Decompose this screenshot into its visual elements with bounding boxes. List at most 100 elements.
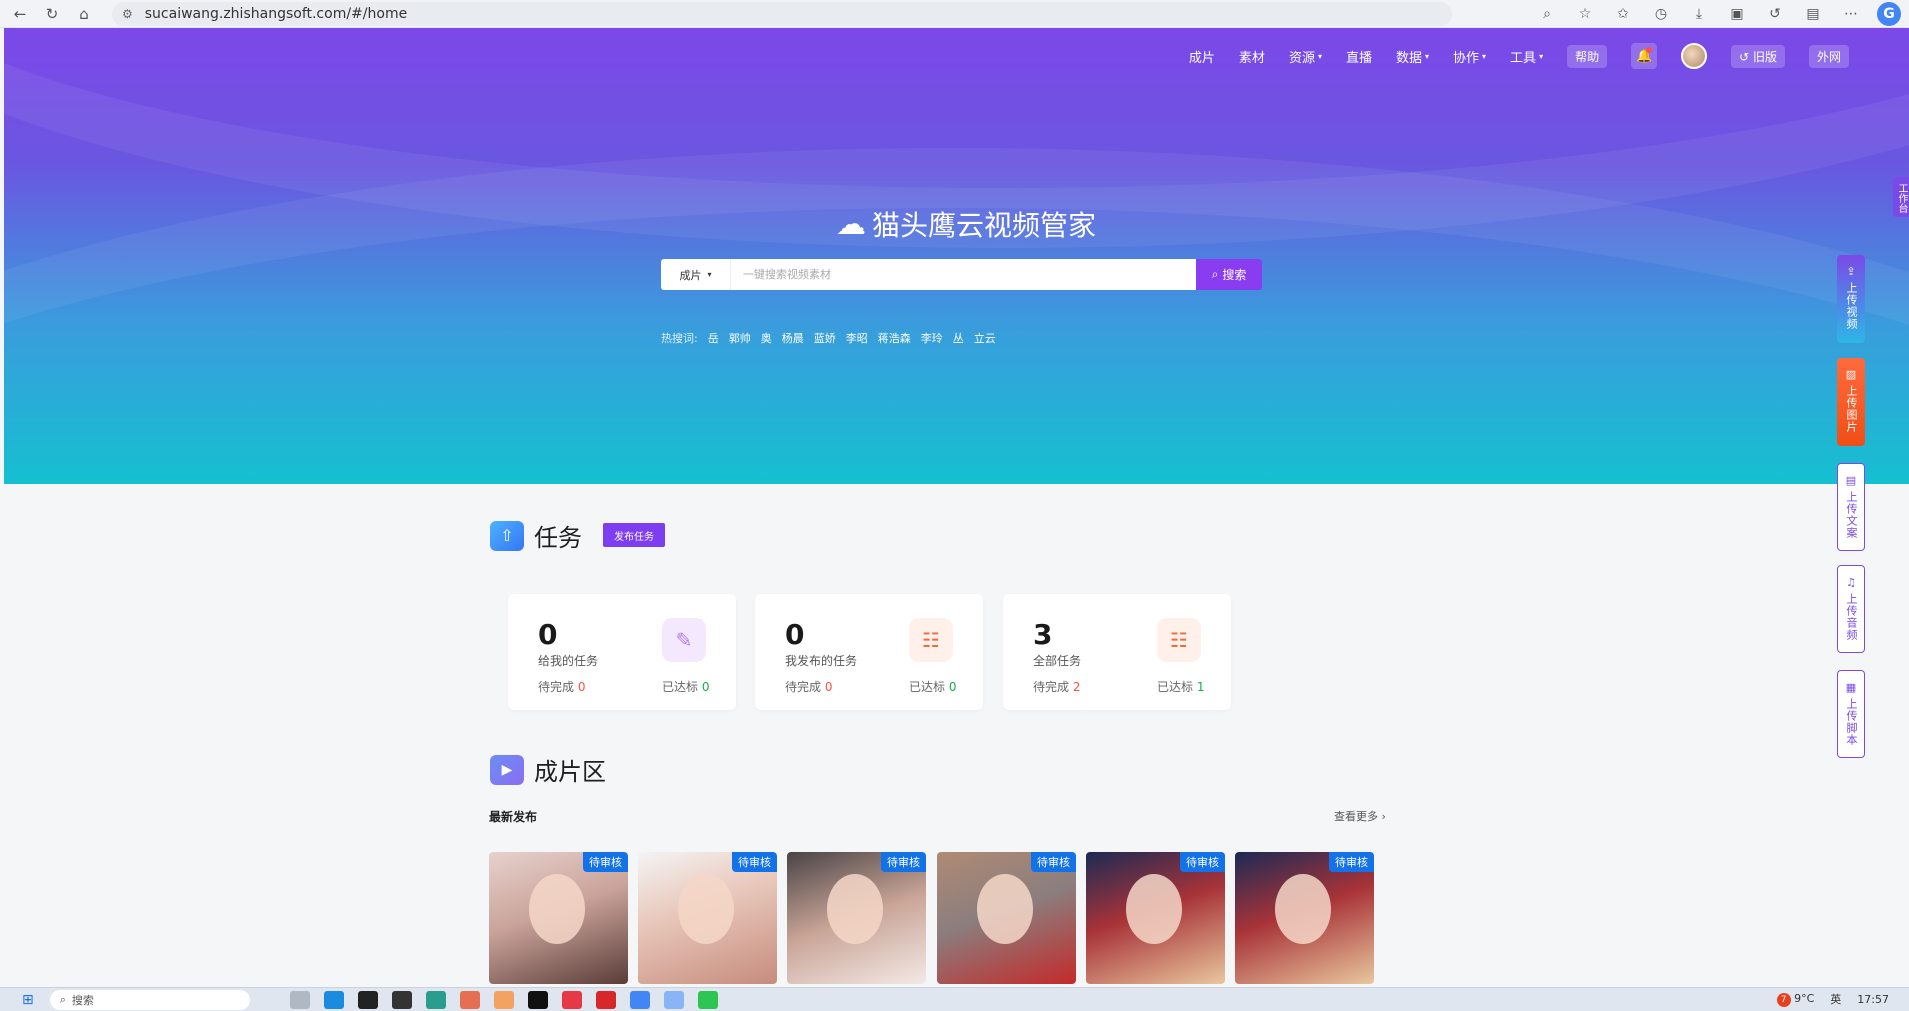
system-tray: 7 9°C 英 17:57	[1776, 991, 1889, 1007]
status-badge: 待审核	[1031, 852, 1076, 872]
hotword-link[interactable]: 郭帅	[729, 330, 751, 346]
windows-start-icon[interactable]: ⊞	[22, 992, 34, 1008]
notification-bell-icon[interactable]: 🔔	[1631, 43, 1658, 69]
taskbar-app-icon[interactable]	[527, 990, 548, 1009]
nav-item-resources[interactable]: 资源 ▾	[1289, 47, 1322, 66]
help-button[interactable]: 帮助	[1567, 44, 1608, 68]
weather-widget[interactable]: 7 9°C	[1776, 992, 1814, 1007]
old-version-button[interactable]: ↺ 旧版	[1731, 44, 1785, 68]
pending-stat: 待完成 0	[538, 680, 586, 694]
calendar-list-icon: ☷	[1157, 618, 1201, 662]
task-count: 0	[538, 618, 558, 651]
task-card-assigned[interactable]: 0 给我的任务 待完成 0 已达标 0 ✎	[508, 594, 736, 710]
taskbar-app-icon[interactable]	[425, 990, 446, 1009]
upload-image-tab[interactable]: ▨ 上传图片	[1837, 358, 1865, 446]
taskbar-app-icon[interactable]	[459, 990, 480, 1009]
address-bar[interactable]: ⚙ sucaiwang.zhishangsoft.com/#/home	[112, 1, 1452, 26]
hotword-link[interactable]: 李昭	[846, 330, 868, 346]
home-icon[interactable]: ⌂	[72, 2, 96, 26]
taskbar-app-icon[interactable]	[561, 990, 582, 1009]
calendar-list-icon: ☷	[909, 618, 953, 662]
task-card-published[interactable]: 0 我发布的任务 待完成 0 已达标 0 ☷	[755, 594, 983, 710]
video-thumbnail[interactable]: 待审核	[787, 852, 926, 984]
document-icon: ▤	[1845, 474, 1857, 487]
favorites-icon[interactable]: ✩	[1611, 2, 1635, 26]
taskbar-app-icon[interactable]	[595, 990, 616, 1009]
bookmark-star-icon[interactable]: ☆	[1573, 2, 1597, 26]
taskbar-app-icon[interactable]	[323, 990, 344, 1009]
taskbar-app-icon[interactable]	[357, 990, 378, 1009]
status-badge: 待审核	[583, 852, 628, 872]
profile-icon[interactable]: G	[1877, 2, 1901, 26]
task-card-label: 我发布的任务	[785, 654, 858, 668]
nav-item-collab[interactable]: 协作 ▾	[1453, 47, 1486, 66]
hotword-link[interactable]: 蓝娇	[814, 330, 836, 346]
hotword-link[interactable]: 丛	[953, 330, 964, 346]
upload-script-tab[interactable]: ▦ 上传脚本	[1837, 670, 1865, 758]
back-icon[interactable]: ←	[8, 2, 32, 26]
nav-item-live[interactable]: 直播	[1346, 47, 1372, 66]
upload-doc-tab[interactable]: ▤ 上传文案	[1837, 463, 1865, 551]
search-button[interactable]: ⌕ 搜索	[1196, 259, 1262, 290]
taskbar-app-icon[interactable]	[663, 990, 684, 1009]
input-language[interactable]: 英	[1830, 991, 1841, 1007]
taskbar-app-icon[interactable]	[697, 990, 718, 1009]
done-stat: 已达标 1	[1157, 680, 1205, 694]
hotword-link[interactable]: 杨晨	[782, 330, 804, 346]
avatar[interactable]	[1681, 43, 1708, 69]
video-camera-icon: ▶	[490, 754, 524, 785]
upload-video-tab[interactable]: ⇪ 上传视频	[1837, 255, 1865, 343]
clock[interactable]: 17:57	[1857, 993, 1889, 1006]
done-stat: 已达标 0	[662, 680, 710, 694]
view-more-link[interactable]: 查看更多 ›	[1334, 808, 1386, 824]
chevron-down-icon: ▾	[707, 270, 712, 279]
search-icon: ⌕	[59, 992, 66, 1006]
video-thumbnail[interactable]: 待审核	[1086, 852, 1225, 984]
hotword-link[interactable]: 岳	[708, 330, 719, 346]
zoom-icon[interactable]: ⌕	[1535, 2, 1559, 26]
video-thumbnail[interactable]: 待审核	[1235, 852, 1374, 984]
task-card-all[interactable]: 3 全部任务 待完成 2 已达标 1 ☷	[1003, 594, 1231, 710]
workbench-tab[interactable]: 工作台	[1893, 177, 1909, 217]
site-info-icon[interactable]: ⚙	[122, 7, 133, 21]
hotword-link[interactable]: 蒋浩森	[878, 330, 911, 346]
search-category-select[interactable]: 成片 ▾	[661, 259, 731, 290]
browser-toolbar: ← ↻ ⌂ ⚙ sucaiwang.zhishangsoft.com/#/hom…	[0, 0, 1909, 28]
chevron-down-icon: ▾	[1425, 51, 1430, 61]
publish-task-button[interactable]: 发布任务	[603, 523, 665, 547]
status-badge: 待审核	[881, 852, 926, 872]
thumbnail-image	[1126, 874, 1182, 944]
nav-item-data[interactable]: 数据 ▾	[1396, 47, 1429, 66]
task-card-label: 全部任务	[1033, 654, 1082, 668]
search-bar: 成片 ▾ ⌕ 搜索	[661, 259, 1262, 290]
music-note-icon: ♫	[1846, 576, 1856, 589]
chevron-down-icon: ▾	[1482, 51, 1487, 61]
wallet-icon[interactable]: ▤	[1801, 2, 1825, 26]
task-card-label: 给我的任务	[538, 654, 599, 668]
external-network-button[interactable]: 外网	[1808, 44, 1849, 68]
history-icon[interactable]: ◷	[1649, 2, 1673, 26]
performance-icon[interactable]: ↺	[1763, 2, 1787, 26]
download-icon[interactable]: ⤓	[1687, 2, 1711, 26]
taskbar-app-icon[interactable]	[289, 990, 310, 1009]
thumbnail-image	[977, 874, 1033, 944]
thumbnail-image	[678, 874, 734, 944]
nav-item-tools[interactable]: 工具 ▾	[1510, 47, 1543, 66]
hotword-link[interactable]: 李玲	[921, 330, 943, 346]
taskbar-app-icon[interactable]	[629, 990, 650, 1009]
search-input[interactable]	[731, 259, 1196, 290]
menu-icon[interactable]: ⋯	[1839, 2, 1863, 26]
video-thumbnail[interactable]: 待审核	[638, 852, 777, 984]
reload-icon[interactable]: ↻	[40, 2, 64, 26]
hotword-link[interactable]: 奥	[761, 330, 772, 346]
upload-audio-tab[interactable]: ♫ 上传音频	[1837, 565, 1865, 653]
video-thumbnail[interactable]: 待审核	[489, 852, 628, 984]
nav-item-material[interactable]: 素材	[1239, 47, 1265, 66]
taskbar-app-icon[interactable]	[391, 990, 412, 1009]
video-thumbnail[interactable]: 待审核	[937, 852, 1076, 984]
hotword-link[interactable]: 立云	[974, 330, 996, 346]
taskbar-search[interactable]: ⌕ 搜索	[49, 989, 250, 1010]
screenshot-icon[interactable]: ▣	[1725, 2, 1749, 26]
nav-item-film[interactable]: 成片	[1189, 47, 1215, 66]
taskbar-app-icon[interactable]	[493, 990, 514, 1009]
